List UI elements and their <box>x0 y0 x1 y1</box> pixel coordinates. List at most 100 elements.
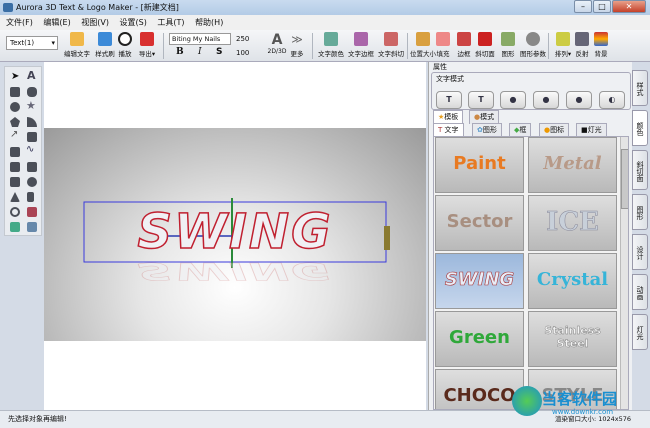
s-shape-tool[interactable] <box>10 147 20 157</box>
menu-edit[interactable]: 编辑(E) <box>43 18 70 27</box>
text-border-icon <box>354 32 368 46</box>
pentagon-tool[interactable] <box>10 117 20 127</box>
close-button[interactable]: ✕ <box>612 0 646 13</box>
cylinder-tool[interactable] <box>10 177 20 187</box>
label: 文字斜切 <box>378 50 404 58</box>
rectangle-tool[interactable] <box>10 87 20 97</box>
tile-label: Stainless Steel <box>544 324 601 350</box>
tab-styles[interactable]: ●模式 <box>469 110 500 124</box>
edit-text-button[interactable]: 编辑文字 <box>62 32 92 58</box>
tab-label: 灯光 <box>587 126 602 134</box>
font-select[interactable]: Biting My Nails <box>169 33 231 45</box>
pencil-icon <box>70 32 84 46</box>
subtab-frame[interactable]: ◆框 <box>509 123 532 137</box>
sidetab-style[interactable]: 样式 <box>632 70 648 106</box>
sidetab-shape[interactable]: 图形 <box>632 194 648 230</box>
cube-tool[interactable] <box>27 162 37 172</box>
template-paint[interactable]: Paint <box>435 137 524 193</box>
add-image-tool[interactable] <box>10 222 20 232</box>
quarter-circle-tool[interactable] <box>27 117 37 127</box>
template-swing[interactable]: SWING <box>435 253 524 309</box>
gallery-scrollbar[interactable] <box>620 137 628 409</box>
rounded-rect-tool[interactable] <box>27 87 37 97</box>
text-bevel-button[interactable]: 文字斜切 <box>376 32 406 58</box>
sidetab-color[interactable]: 颜色 <box>632 110 648 146</box>
style-bevel-button[interactable]: ● <box>533 91 559 109</box>
tab-label: 模式 <box>480 113 495 121</box>
tab-label: 文字 <box>444 126 459 134</box>
object-select[interactable]: Text(1) ▾ <box>6 36 58 50</box>
axes-icon <box>416 32 430 46</box>
subtab-light[interactable]: ■灯光 <box>576 123 607 137</box>
style-round-button[interactable]: ● <box>500 91 526 109</box>
render-canvas[interactable]: SWING SWING <box>44 128 426 341</box>
template-green[interactable]: Green <box>435 311 524 367</box>
label: 文字颜色 <box>318 50 344 58</box>
subtab-shape[interactable]: ✿图形 <box>472 123 502 137</box>
text-tool[interactable]: A <box>27 69 36 82</box>
style-extrude-button[interactable]: T <box>468 91 494 109</box>
scroll-thumb[interactable] <box>621 149 628 209</box>
text-box-tool[interactable] <box>27 132 37 142</box>
sidetab-bevel[interactable]: 斜切面 <box>632 150 648 190</box>
template-metal[interactable]: Metal <box>528 137 617 193</box>
template-sector[interactable]: Sector <box>435 195 524 251</box>
subtab-text[interactable]: T 文字 <box>433 123 464 137</box>
label: 排列 <box>554 50 568 58</box>
add-shape-tool[interactable] <box>10 162 20 172</box>
pointer-tool[interactable]: ➤ <box>11 71 19 82</box>
text-border-button[interactable]: 文字边框 <box>346 32 376 58</box>
text-style-group: 文字模式 T T ● ● ● ◐ <box>431 72 631 110</box>
menu-view[interactable]: 视图(V) <box>81 18 109 27</box>
template-ice[interactable]: ICE <box>528 195 617 251</box>
gear-tool[interactable] <box>27 222 37 232</box>
sidetab-design[interactable]: 设计 <box>632 234 648 270</box>
tab-templates[interactable]: ★模板 <box>433 110 464 124</box>
subtab-icon[interactable]: ●图标 <box>539 123 570 137</box>
template-stainless-steel[interactable]: Stainless Steel <box>528 311 617 367</box>
style-flat-button[interactable]: T <box>436 91 462 109</box>
template-choco[interactable]: CHOCO <box>435 369 524 409</box>
arrow-tool[interactable]: ↗ <box>10 129 18 140</box>
sphere-tool[interactable] <box>27 177 37 187</box>
sidetab-animation[interactable]: 动画 <box>632 274 648 310</box>
curve-tool[interactable]: ∿ <box>26 144 34 155</box>
watermark: 当客软件园 www.downkr.com <box>512 386 642 422</box>
title-bar: Aurora 3D Text & Logo Maker - [新建文档] – □… <box>0 0 650 15</box>
label: 图形参数 <box>520 50 546 58</box>
strike-button[interactable]: S <box>216 47 222 57</box>
text-color-button[interactable]: 文字颜色 <box>316 32 346 58</box>
menu-tools[interactable]: 工具(T) <box>157 18 184 27</box>
minimize-button[interactable]: – <box>574 0 592 13</box>
shape-params-button[interactable]: 图形参数 <box>518 32 548 58</box>
cone-tool[interactable] <box>10 192 20 202</box>
tab-label: 图形 <box>482 126 497 134</box>
menu-help[interactable]: 帮助(H) <box>195 18 223 27</box>
style-emboss-button[interactable]: ● <box>566 91 592 109</box>
size-input-1[interactable]: 250 <box>236 35 249 43</box>
size-input-2[interactable]: 100 <box>236 49 249 57</box>
menu-file[interactable]: 文件(F) <box>6 18 33 27</box>
star-tool[interactable]: ★ <box>26 99 36 112</box>
torus-tool[interactable] <box>10 207 20 217</box>
sidetab-light[interactable]: 灯光 <box>632 314 648 350</box>
circle-tool[interactable] <box>10 102 20 112</box>
more-button[interactable]: ≫ 更多 <box>282 32 312 58</box>
style-ring-button[interactable]: ◐ <box>599 91 625 109</box>
object-select-value: Text(1) <box>10 39 35 47</box>
shape-button[interactable]: 图形 <box>496 32 520 58</box>
tile-label: Sector <box>446 211 513 232</box>
canvas-3d-text[interactable]: SWING <box>84 202 386 262</box>
tile-label: ICE <box>546 207 599 238</box>
object-tool[interactable] <box>27 207 37 217</box>
export-button[interactable]: 导出▾ <box>132 32 162 58</box>
template-crystal[interactable]: Crystal <box>528 253 617 309</box>
bevel-face-button[interactable]: 斜切面 <box>472 32 498 58</box>
background-button[interactable]: 背景 <box>589 32 613 58</box>
italic-button[interactable]: I <box>198 47 202 57</box>
shape-icon <box>501 32 515 46</box>
bold-button[interactable]: B <box>176 47 184 57</box>
prism-tool[interactable] <box>27 192 34 202</box>
maximize-button[interactable]: □ <box>593 0 611 13</box>
menu-settings[interactable]: 设置(S) <box>120 18 147 27</box>
